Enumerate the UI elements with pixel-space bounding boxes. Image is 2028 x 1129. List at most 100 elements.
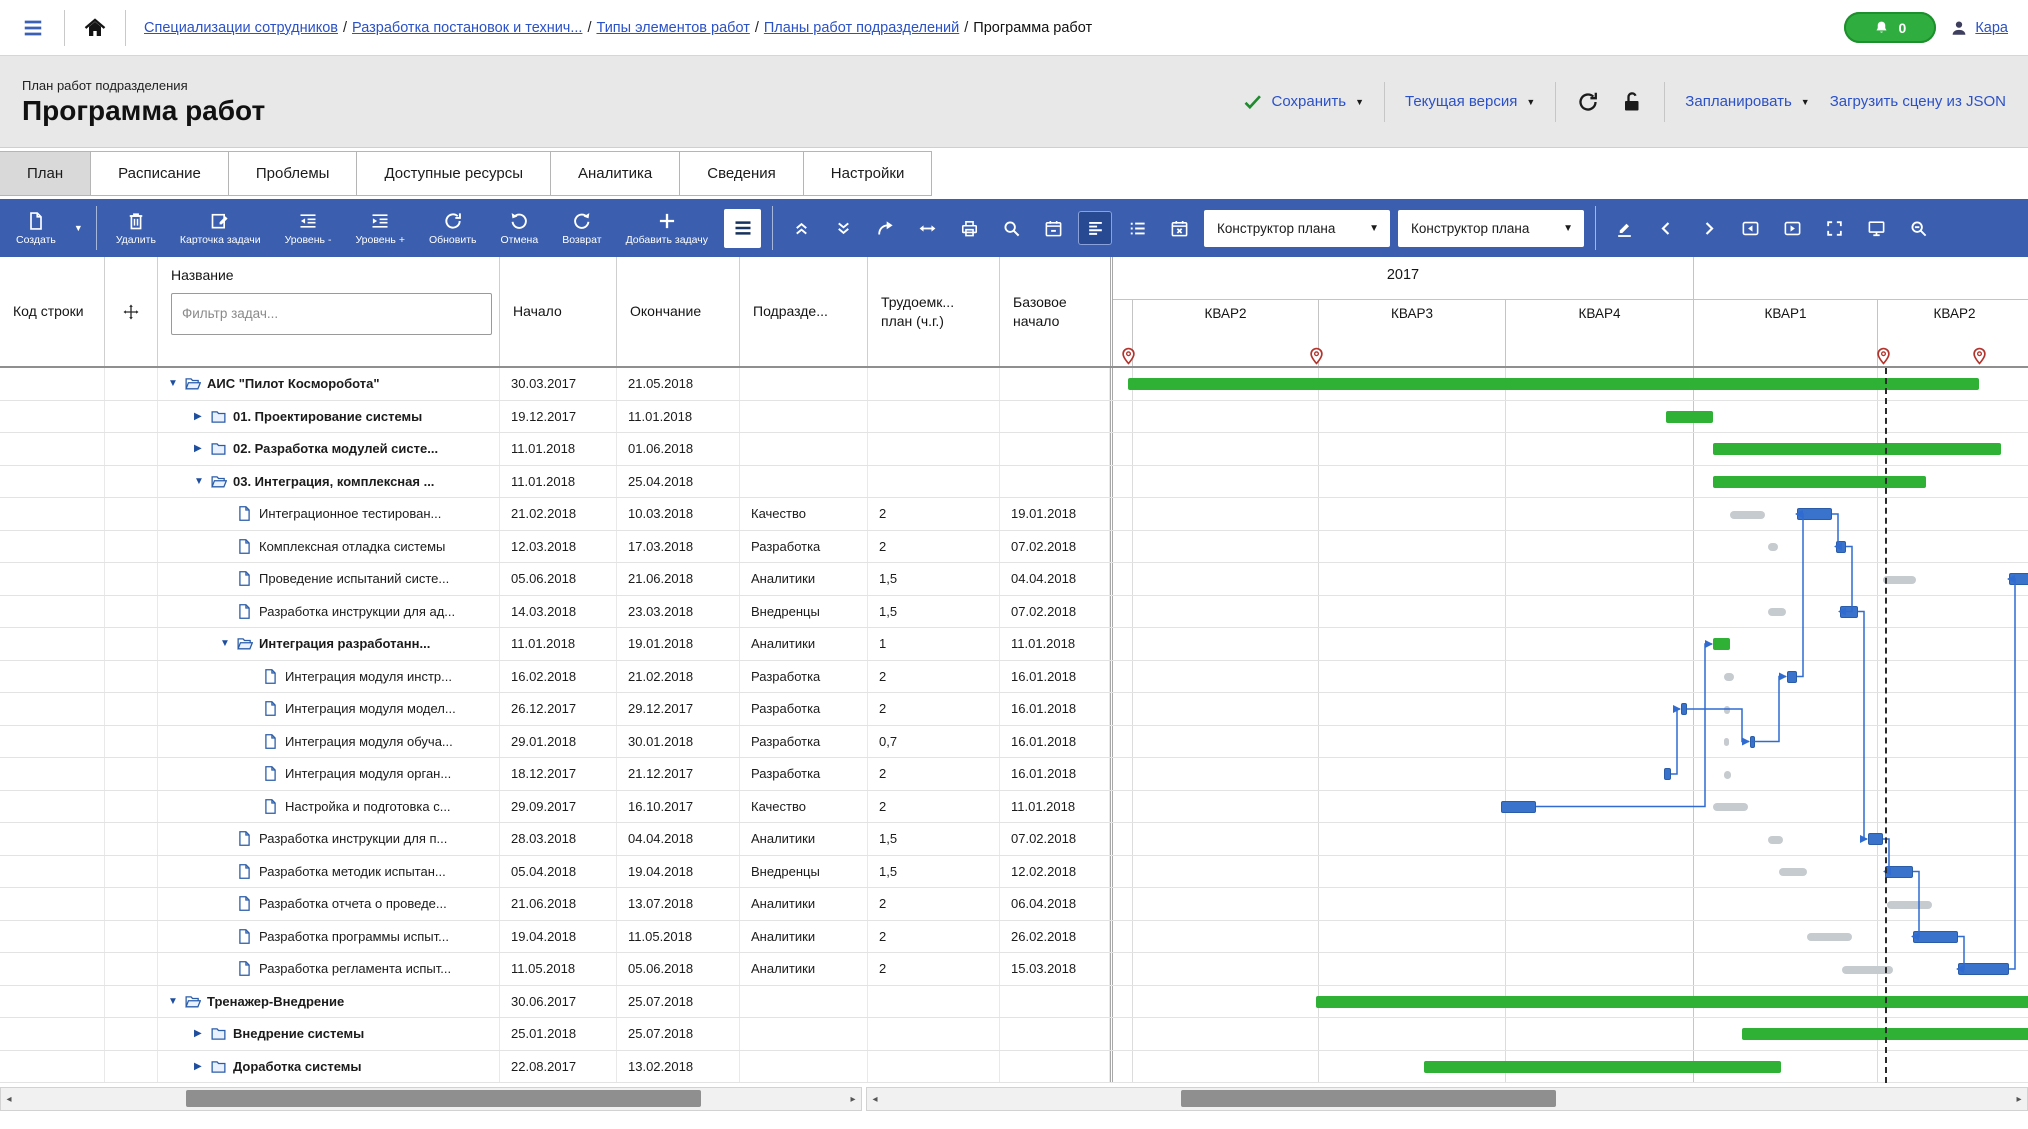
step-forward-button[interactable] [1775,211,1809,245]
draw-button[interactable] [1607,211,1641,245]
table-horizontal-scrollbar[interactable]: ◂ ▸ [0,1087,862,1111]
save-button[interactable]: Сохранить ▼ [1242,91,1364,112]
task-bar[interactable] [1885,866,1913,878]
fit-width-button[interactable] [910,211,944,245]
breadcrumb-item[interactable]: Специализации сотрудников [144,20,338,36]
version-select[interactable]: Текущая версия ▼ [1405,93,1535,110]
table-row[interactable]: Интеграционное тестирован...21.02.201810… [0,498,2028,531]
create-button[interactable]: Создать [8,209,64,248]
user-name-link[interactable]: Кара [1975,20,2008,36]
table-row[interactable]: Разработка регламента испыт...11.05.2018… [0,953,2028,986]
tab-resources[interactable]: Доступные ресурсы [356,151,551,196]
table-row[interactable]: Разработка инструкции для ад...14.03.201… [0,596,2028,629]
tab-settings[interactable]: Настройки [803,151,933,196]
table-row[interactable]: ▶01. Проектирование системы19.12.201711.… [0,401,2028,434]
task-filter-input[interactable] [171,293,492,335]
scroll-right-icon[interactable]: ▸ [2011,1091,2027,1107]
chevron-down-icon[interactable]: ▼ [1526,97,1535,107]
collapse-icon[interactable]: ▼ [168,378,183,389]
screen-button[interactable] [1859,211,1893,245]
table-row[interactable]: ▶Внедрение системы25.01.201825.07.2018 [0,1018,2028,1051]
task-bar[interactable] [1501,801,1536,813]
summary-bar[interactable] [1666,411,1713,423]
expand-icon[interactable]: ▶ [194,1061,209,1072]
summary-bar[interactable] [1713,476,1926,488]
calendar-clear-button[interactable] [1162,211,1196,245]
collapse-icon[interactable]: ▼ [168,996,183,1007]
task-bar[interactable] [1840,606,1858,618]
table-row[interactable]: Проведение испытаний систе...05.06.20182… [0,563,2028,596]
load-json-button[interactable]: Загрузить сцену из JSON [1830,93,2006,110]
task-bar[interactable] [1836,541,1846,553]
breadcrumb-item[interactable]: Разработка постановок и технич... [352,20,582,36]
schedule-button[interactable]: Запланировать ▼ [1685,93,1809,110]
expand-icon[interactable]: ▶ [194,443,209,454]
task-bar[interactable] [1787,671,1797,683]
breadcrumb-item[interactable]: Планы работ подразделений [764,20,959,36]
add-task-button[interactable]: Добавить задачу [618,209,716,248]
search-button[interactable] [994,211,1028,245]
scroll-left-icon[interactable]: ◂ [867,1091,883,1107]
prev-button[interactable] [1649,211,1683,245]
baseline-mode-select[interactable]: Конструктор плана▼ [1398,210,1584,247]
print-button[interactable] [952,211,986,245]
task-bar[interactable] [1681,703,1687,715]
expand-all-button[interactable] [826,211,860,245]
summary-bar[interactable] [1713,638,1730,650]
calendar-minus-button[interactable] [1036,211,1070,245]
table-row[interactable]: Разработка отчета о проведе...21.06.2018… [0,888,2028,921]
main-menu-icon[interactable] [20,17,46,39]
chevron-down-icon[interactable]: ▼ [72,223,85,233]
tab-problems[interactable]: Проблемы [228,151,358,196]
summary-bar[interactable] [1424,1061,1781,1073]
unlock-icon[interactable] [1620,90,1644,114]
task-bar[interactable] [1868,833,1883,845]
tab-info[interactable]: Сведения [679,151,804,196]
summary-bar[interactable] [1316,996,2028,1008]
align-left-button[interactable] [1078,211,1112,245]
collapse-icon[interactable]: ▼ [220,638,235,649]
refresh-button[interactable]: Обновить [421,209,485,248]
home-icon[interactable] [83,16,107,40]
level-up-button[interactable]: Уровень + [347,209,413,248]
plan-mode-select[interactable]: Конструктор плана▼ [1204,210,1390,247]
task-bar[interactable] [1664,768,1671,780]
expand-icon[interactable]: ▶ [194,411,209,422]
chevron-down-icon[interactable]: ▼ [1801,97,1810,107]
chevron-down-icon[interactable]: ▼ [1355,97,1364,107]
step-back-button[interactable] [1733,211,1767,245]
task-list-button[interactable] [1120,211,1154,245]
scrollbar-thumb[interactable] [1181,1090,1556,1107]
fullscreen-button[interactable] [1817,211,1851,245]
expand-icon[interactable]: ▶ [194,1028,209,1039]
delete-button[interactable]: Удалить [108,209,164,248]
zoom-out-button[interactable] [1901,211,1935,245]
sync-icon[interactable] [1576,90,1600,114]
scrollbar-thumb[interactable] [186,1090,701,1107]
collapse-icon[interactable]: ▼ [194,476,209,487]
table-row[interactable]: Разработка методик испытан...05.04.20181… [0,856,2028,889]
tab-schedule[interactable]: Расписание [90,151,229,196]
goto-task-button[interactable] [868,211,902,245]
task-bar[interactable] [1750,736,1755,748]
redo-button[interactable]: Возврат [554,209,609,248]
tab-analytics[interactable]: Аналитика [550,151,680,196]
scroll-left-icon[interactable]: ◂ [1,1091,17,1107]
table-row[interactable]: Комплексная отладка системы12.03.201817.… [0,531,2028,564]
tab-plan[interactable]: План [0,151,91,196]
move-icon[interactable] [122,303,140,321]
table-row[interactable]: Разработка программы испыт...19.04.20181… [0,921,2028,954]
next-button[interactable] [1691,211,1725,245]
task-bar[interactable] [1913,931,1958,943]
collapse-all-button[interactable] [784,211,818,245]
row-menu-button[interactable] [724,209,761,248]
summary-bar[interactable] [1128,378,1979,390]
breadcrumb-item[interactable]: Типы элементов работ [596,20,749,36]
level-down-button[interactable]: Уровень - [277,209,340,248]
user-menu[interactable]: Кара [1950,19,2008,37]
undo-button[interactable]: Отмена [493,209,547,248]
summary-bar[interactable] [1713,443,2001,455]
task-bar[interactable] [1797,508,1832,520]
table-row[interactable]: Разработка инструкции для п...28.03.2018… [0,823,2028,856]
notifications-badge[interactable]: 0 [1844,12,1936,43]
